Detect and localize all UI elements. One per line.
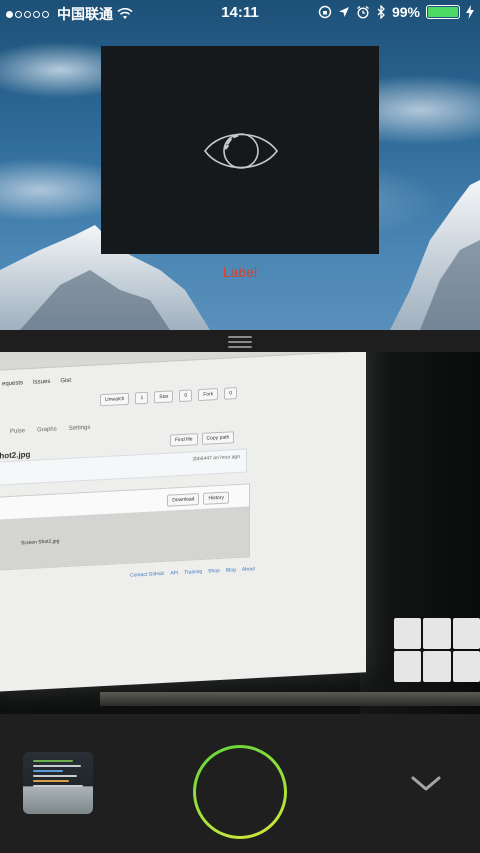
preview-label: Label [222,264,258,280]
footer-links: Contact GitHub API Training Shop Blog Ab… [130,566,255,579]
alarm-icon [357,5,369,19]
monitor-dock [100,692,480,706]
app-tile-grid [394,618,480,682]
footer-link: Contact GitHub [130,570,165,579]
view-button: Download [167,493,200,507]
app-tile [423,618,451,649]
location-icon [338,7,349,17]
repo-nav-item: Issues [33,378,51,386]
app-tile [423,651,451,682]
orientation-lock-icon [318,5,332,19]
repo-button: Fork [198,388,219,402]
repo-tab: Pulse [10,428,26,435]
camera-controls [0,714,480,853]
footer-link: About [241,566,255,573]
preview-panel[interactable] [101,46,379,254]
footer-link: Shop [208,567,220,575]
repo-count: 0 [224,387,237,400]
file-button: Find file [170,433,198,447]
app-tile [394,651,422,682]
repo-tab: Settings [68,424,91,432]
file-buttons: Find file Copy path [170,431,235,447]
repo-count: 0 [179,389,193,403]
battery-level [428,7,458,17]
battery-percentage: 99% [391,4,420,20]
battery-icon [426,5,460,19]
view-button: History [203,491,229,505]
eye-icon [204,133,278,169]
file-view-box: Download History Screen Shot2.jpg [0,483,250,571]
shutter-button[interactable] [193,745,287,839]
commit-box: 2bb6447 an hour ago [0,448,247,486]
image-caption: Screen Shot2.jpg [21,538,60,547]
app-tile [452,618,480,649]
footer-link: Blog [225,567,236,574]
app-tile [394,618,422,649]
view-buttons: Download History [167,491,229,507]
commit-info: 2bb6447 an hour ago [192,453,240,463]
repo-tab: Graphs [37,426,57,434]
chevron-down-icon[interactable] [410,774,442,794]
repo-action-buttons: Unwatch 1 Star 0 Fork 0 [100,387,237,407]
repo-button: Star [154,390,174,404]
browser-tab-bar [0,352,366,371]
status-bar: 中国联通 14:11 99% [0,0,480,26]
repo-nav-item: Gist [60,377,72,385]
drag-handle-icon[interactable] [228,336,252,351]
app-tile [452,651,480,682]
bluetooth-icon [377,5,385,19]
repo-button: Unwatch [100,392,130,407]
repo-nav-item: equests [2,380,24,388]
file-button: Copy path [201,431,235,445]
footer-link: API [170,570,179,577]
status-indicators: 99% [318,4,474,20]
repo-nav: equests Issues Gist [2,378,71,388]
thumbnail-code-lines [33,760,89,790]
repo-tabs: Pulse Graphs Settings [10,425,90,435]
captured-monitor-screen: equests Issues Gist Unwatch 1 Star 0 For… [0,352,366,692]
last-photo-thumbnail[interactable] [23,752,93,814]
repo-count: 1 [135,391,149,405]
footer-link: Training [184,568,203,576]
split-divider[interactable] [0,330,480,352]
charging-bolt-icon [466,5,474,19]
image-area: Screen Shot2.jpg [0,506,249,570]
camera-viewfinder: equests Issues Gist Unwatch 1 Star 0 For… [0,352,480,714]
